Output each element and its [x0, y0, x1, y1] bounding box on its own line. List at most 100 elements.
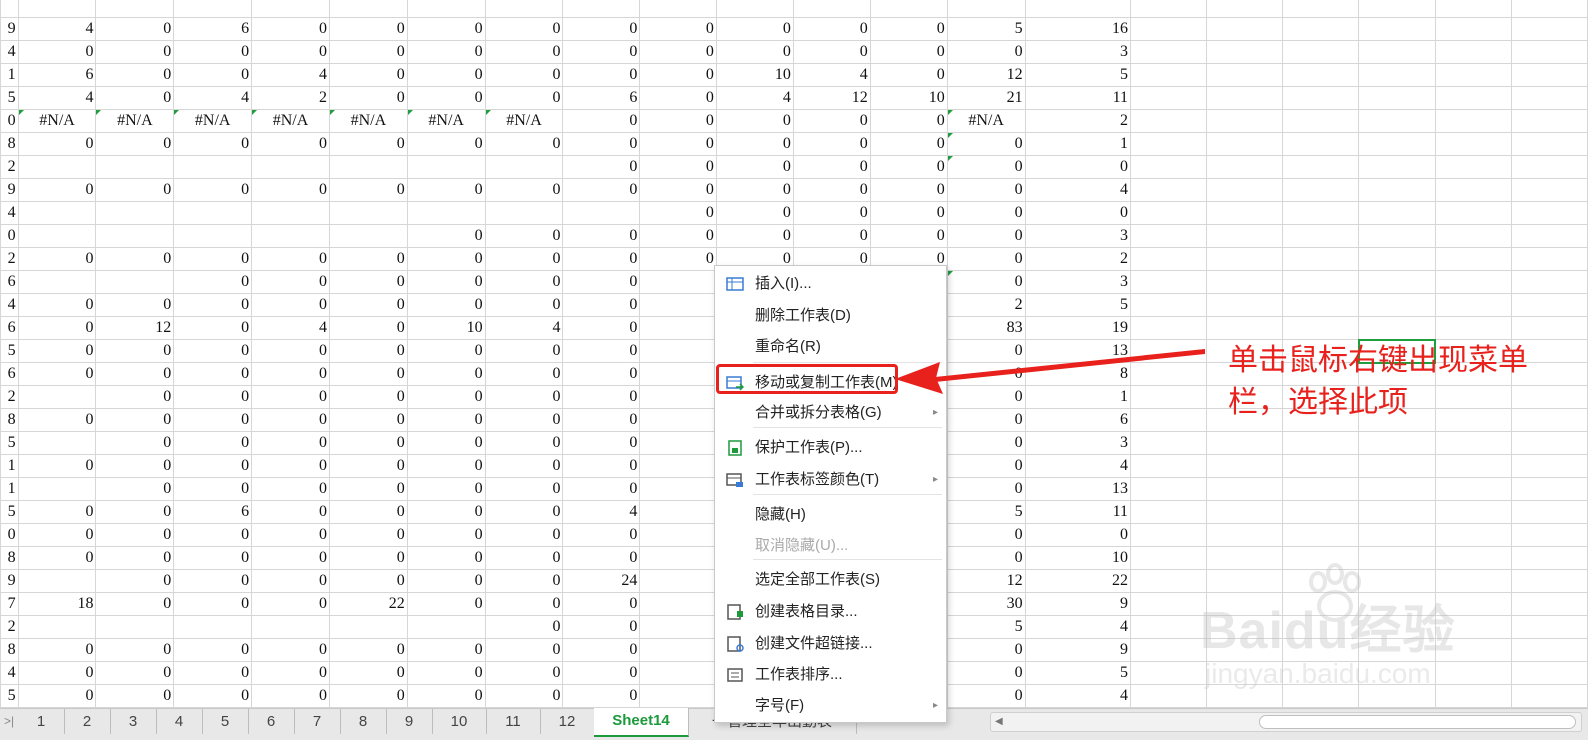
cell[interactable]: 12: [95, 316, 175, 340]
cell[interactable]: 0: [484, 339, 564, 363]
cell[interactable]: 4: [173, 86, 253, 110]
cell[interactable]: [639, 477, 717, 501]
cell[interactable]: 0: [562, 615, 641, 639]
cell[interactable]: 0: [173, 592, 253, 616]
cell[interactable]: [562, 201, 641, 225]
cell[interactable]: 0: [869, 63, 948, 87]
cell[interactable]: [639, 500, 717, 524]
cell[interactable]: [639, 431, 717, 455]
cell[interactable]: [484, 201, 564, 225]
cell[interactable]: 0: [562, 339, 641, 363]
cell[interactable]: 0: [17, 661, 97, 685]
cell[interactable]: [1510, 661, 1588, 685]
cell[interactable]: 0: [715, 155, 794, 179]
cell[interactable]: 0: [251, 661, 330, 685]
cell[interactable]: 0: [173, 385, 253, 409]
cell[interactable]: [17, 270, 97, 294]
cell[interactable]: [1358, 247, 1436, 271]
cell[interactable]: 0: [639, 40, 717, 64]
cell[interactable]: 0: [484, 17, 564, 41]
cell[interactable]: [1434, 454, 1512, 478]
cell[interactable]: [1282, 454, 1360, 478]
cell[interactable]: [639, 569, 717, 593]
cell[interactable]: [1129, 86, 1208, 110]
cell[interactable]: 0: [173, 63, 253, 87]
cell[interactable]: [1129, 63, 1208, 87]
cell[interactable]: 4: [0, 661, 19, 685]
cell[interactable]: 8: [0, 132, 19, 156]
cell[interactable]: [1282, 270, 1360, 294]
cell[interactable]: 9: [1024, 592, 1132, 616]
sheet-tab-2[interactable]: 3: [110, 709, 157, 734]
cell[interactable]: 0: [1024, 523, 1132, 547]
cell[interactable]: 0: [484, 86, 564, 110]
cell[interactable]: [1206, 0, 1284, 18]
cell[interactable]: 0: [328, 454, 408, 478]
cell[interactable]: [1129, 454, 1208, 478]
cell[interactable]: 3: [1024, 431, 1132, 455]
horizontal-scrollbar[interactable]: ◀: [990, 712, 1582, 732]
cell[interactable]: [1129, 684, 1208, 708]
cell[interactable]: #N/A: [251, 109, 330, 133]
cell[interactable]: [95, 270, 175, 294]
cell[interactable]: [715, 0, 794, 18]
cell[interactable]: 0: [328, 270, 408, 294]
cell[interactable]: [484, 155, 564, 179]
cell[interactable]: [1358, 155, 1436, 179]
cell[interactable]: 12: [792, 86, 871, 110]
cell[interactable]: [1129, 132, 1208, 156]
cell[interactable]: [251, 0, 330, 18]
cell[interactable]: 0: [328, 569, 408, 593]
cell[interactable]: [173, 0, 253, 18]
cell[interactable]: [1358, 201, 1436, 225]
cell[interactable]: 0: [406, 569, 486, 593]
cell[interactable]: 0: [17, 247, 97, 271]
cell[interactable]: [1510, 224, 1588, 248]
cell[interactable]: 5: [1024, 293, 1132, 317]
cell[interactable]: [639, 293, 717, 317]
cell[interactable]: [1510, 247, 1588, 271]
cell[interactable]: 0: [95, 661, 175, 685]
cell[interactable]: [639, 592, 717, 616]
cell[interactable]: [406, 155, 486, 179]
cell[interactable]: 0: [484, 385, 564, 409]
cell[interactable]: [1282, 178, 1360, 202]
cell[interactable]: [1282, 0, 1360, 18]
cell[interactable]: 0: [562, 132, 641, 156]
cell[interactable]: 0: [251, 454, 330, 478]
cell[interactable]: 0: [17, 408, 97, 432]
cell[interactable]: 1: [0, 477, 19, 501]
cell[interactable]: 5: [0, 431, 19, 455]
cell[interactable]: 0: [946, 362, 1026, 386]
cell[interactable]: 0: [562, 155, 641, 179]
cell[interactable]: 0: [406, 500, 486, 524]
cell[interactable]: [1434, 477, 1512, 501]
cell[interactable]: 0: [484, 362, 564, 386]
cell[interactable]: 0: [328, 247, 408, 271]
cell[interactable]: [1510, 615, 1588, 639]
cell[interactable]: 4: [484, 316, 564, 340]
cell[interactable]: 7: [0, 592, 19, 616]
cell[interactable]: 0: [484, 224, 564, 248]
cell[interactable]: 0: [406, 63, 486, 87]
cell[interactable]: 0: [328, 523, 408, 547]
sheet-tab-9[interactable]: 10: [432, 709, 487, 734]
cell[interactable]: 21: [946, 86, 1026, 110]
cell[interactable]: [1434, 86, 1512, 110]
cell[interactable]: 0: [406, 178, 486, 202]
cell[interactable]: 2: [1024, 247, 1132, 271]
cell[interactable]: 0: [562, 661, 641, 685]
cell[interactable]: 0: [328, 477, 408, 501]
cell[interactable]: 2: [0, 247, 19, 271]
cell[interactable]: 0: [173, 431, 253, 455]
cell[interactable]: [95, 224, 175, 248]
scroll-left-arrow-icon[interactable]: ◀: [995, 713, 1003, 731]
cell[interactable]: [1282, 523, 1360, 547]
cell[interactable]: 4: [251, 316, 330, 340]
cell[interactable]: [1206, 17, 1284, 41]
cell[interactable]: [1434, 132, 1512, 156]
cell[interactable]: 0: [484, 270, 564, 294]
cell[interactable]: [1434, 316, 1512, 340]
cell[interactable]: [1510, 477, 1588, 501]
cell[interactable]: 0: [173, 546, 253, 570]
